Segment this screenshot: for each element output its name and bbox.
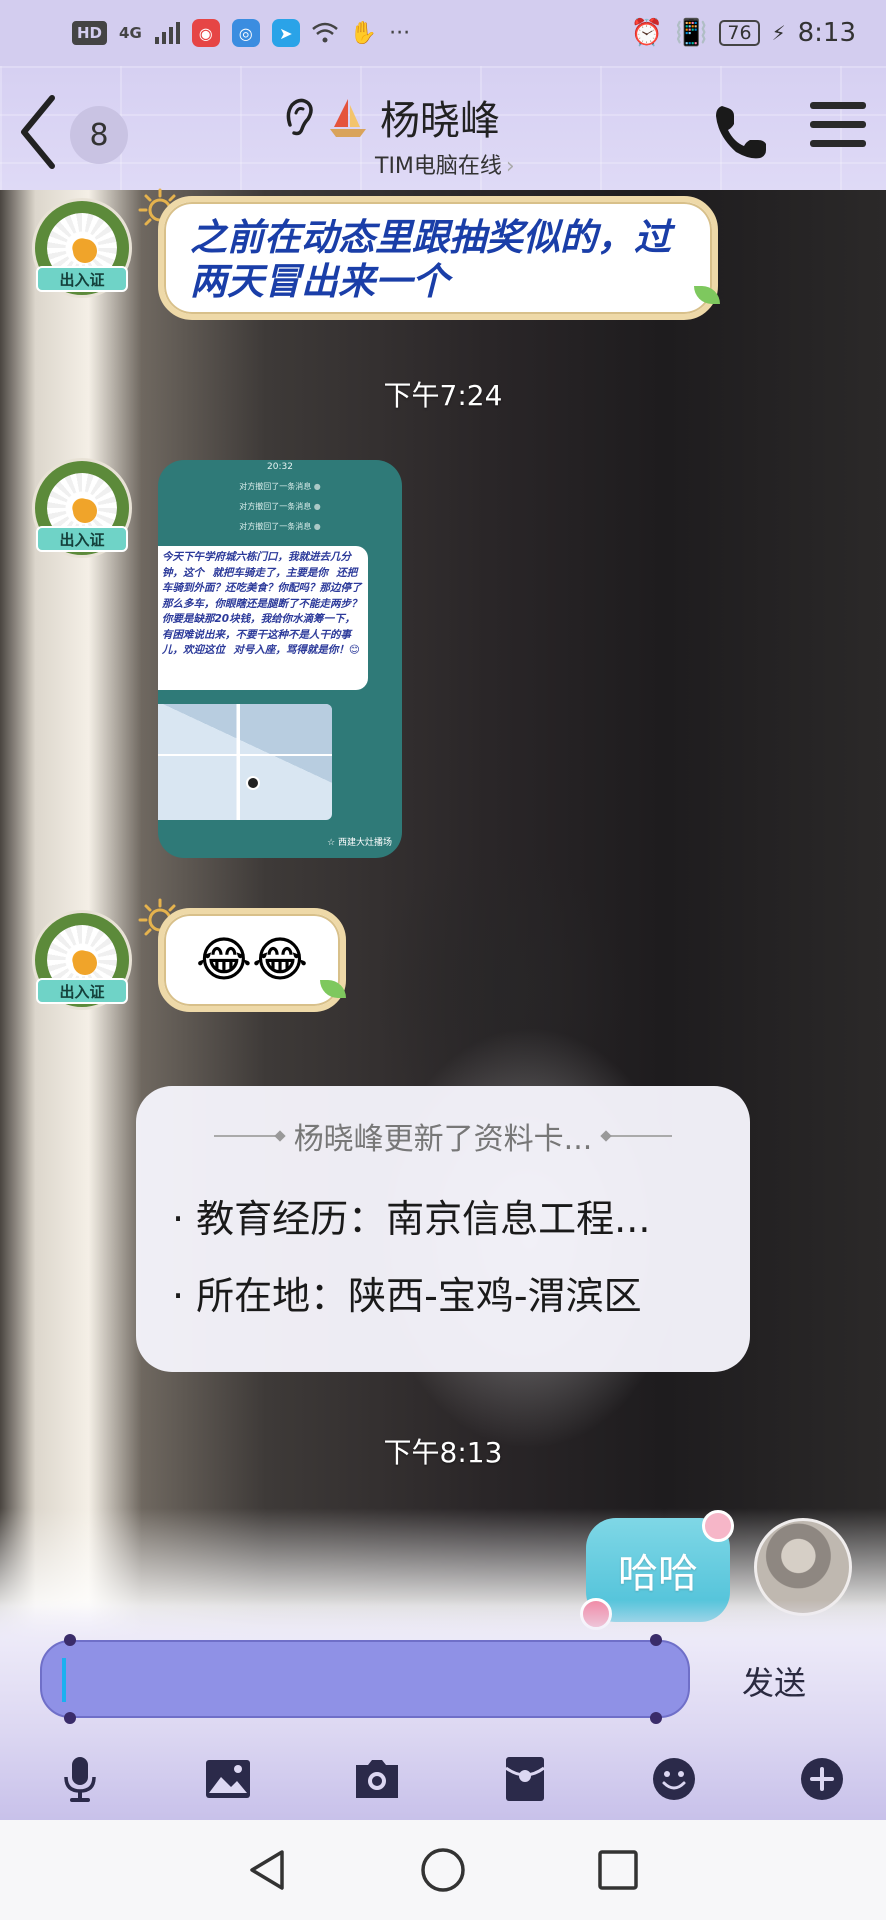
signal-icon bbox=[154, 22, 180, 44]
status-left: HD 4G ◉ ◎ ➤ ✋ ··· bbox=[72, 19, 410, 47]
battery-indicator: 76 bbox=[719, 20, 760, 46]
message-input[interactable] bbox=[40, 1640, 690, 1718]
status-bar: HD 4G ◉ ◎ ➤ ✋ ··· ⏰ 📳 76 ⚡ 8:13 bbox=[0, 0, 886, 66]
plus-icon[interactable] bbox=[796, 1753, 848, 1805]
message-bubble-emoji[interactable]: 😂😂 bbox=[158, 908, 346, 1012]
more-notifications-icon: ··· bbox=[389, 20, 411, 46]
divider bbox=[606, 1135, 673, 1137]
screenshot-text: 今天下午学府城六栋门口，我就进去几分钟，这个 就把车骑走了，主要是你 还把车骑到… bbox=[158, 546, 368, 690]
profile-card-title: 杨晓峰更新了资料卡... bbox=[170, 1114, 716, 1158]
profile-card-title-text: 杨晓峰更新了资料卡... bbox=[293, 1122, 593, 1157]
sailboat-icon bbox=[330, 99, 366, 137]
browser-notification-icon: ◎ bbox=[231, 19, 260, 47]
home-circle-icon[interactable] bbox=[413, 1840, 473, 1900]
unread-count-badge[interactable]: 8 bbox=[70, 106, 128, 164]
back-icon[interactable] bbox=[14, 92, 64, 172]
image-message[interactable]: 20:32 对方撤回了一条消息 对方撤回了一条消息 对方撤回了一条消息 今天下午… bbox=[158, 460, 402, 858]
chat-header: 8 杨晓峰 TIM电脑在线 › bbox=[0, 66, 886, 190]
screenshot-time: 20:32 bbox=[267, 462, 293, 472]
status-right: ⏰ 📳 76 ⚡ 8:13 bbox=[631, 18, 856, 48]
message-bubble-text[interactable]: 之前在动态里跟抽奖似的，过两天冒出来一个 bbox=[158, 196, 718, 320]
contact-online-status: TIM电脑在线 › bbox=[375, 148, 600, 180]
camera-icon[interactable] bbox=[351, 1753, 403, 1805]
system-nav-bar bbox=[0, 1820, 886, 1920]
hand-icon: ✋ bbox=[349, 20, 378, 46]
microphone-icon[interactable] bbox=[54, 1753, 106, 1805]
map-caption: ☆ 西建大灶播场 bbox=[327, 838, 392, 848]
back-triangle-icon[interactable] bbox=[238, 1840, 298, 1900]
input-area: 发送 bbox=[0, 1600, 886, 1820]
menu-icon[interactable] bbox=[810, 102, 866, 162]
network-indicator: 4G bbox=[119, 24, 142, 42]
message-notification-icon: ➤ bbox=[271, 19, 300, 47]
contact-title[interactable]: 杨晓峰 TIM电脑在线 › bbox=[280, 88, 600, 180]
pass-badge: 出入证 bbox=[36, 978, 128, 1004]
contact-status-text: TIM电脑在线 bbox=[375, 154, 502, 179]
pass-badge: 出入证 bbox=[36, 266, 128, 292]
map-thumbnail bbox=[158, 704, 332, 820]
profile-location: · 所在地：陕西-宝鸡-渭滨区 bbox=[172, 1274, 642, 1318]
image-icon[interactable] bbox=[202, 1753, 254, 1805]
alarm-icon: ⏰ bbox=[630, 18, 663, 48]
recall-notice: 对方撤回了一条消息 bbox=[158, 521, 402, 532]
profile-education: · 教育经历：南京信息工程... bbox=[172, 1197, 651, 1241]
vibrate-icon: 📳 bbox=[675, 18, 708, 48]
timestamp: 下午7:24 bbox=[383, 379, 503, 412]
earpiece-mode-icon[interactable] bbox=[280, 95, 316, 139]
charging-icon: ⚡ bbox=[771, 21, 786, 45]
emoji-icon[interactable] bbox=[648, 1753, 700, 1805]
app-notification-icon: ◉ bbox=[191, 19, 220, 47]
profile-update-card[interactable]: 杨晓峰更新了资料卡... · 教育经历：南京信息工程... · 所在地：陕西-宝… bbox=[136, 1086, 750, 1372]
contact-name: 杨晓峰 bbox=[380, 98, 500, 144]
phone-call-icon[interactable] bbox=[708, 100, 772, 164]
status-chevron-icon: › bbox=[505, 154, 515, 179]
clock: 8:13 bbox=[797, 18, 856, 48]
hd-indicator: HD bbox=[72, 21, 108, 45]
recents-square-icon[interactable] bbox=[588, 1840, 648, 1900]
pass-badge: 出入证 bbox=[36, 526, 128, 552]
divider bbox=[213, 1135, 280, 1137]
input-toolbar bbox=[0, 1746, 886, 1812]
recall-notice: 对方撤回了一条消息 bbox=[158, 481, 402, 492]
recall-notice: 对方撤回了一条消息 bbox=[158, 501, 402, 512]
send-button[interactable]: 发送 bbox=[742, 1658, 806, 1704]
red-packet-icon[interactable] bbox=[499, 1753, 551, 1805]
timestamp: 下午8:13 bbox=[383, 1436, 503, 1469]
wifi-icon bbox=[311, 22, 338, 43]
